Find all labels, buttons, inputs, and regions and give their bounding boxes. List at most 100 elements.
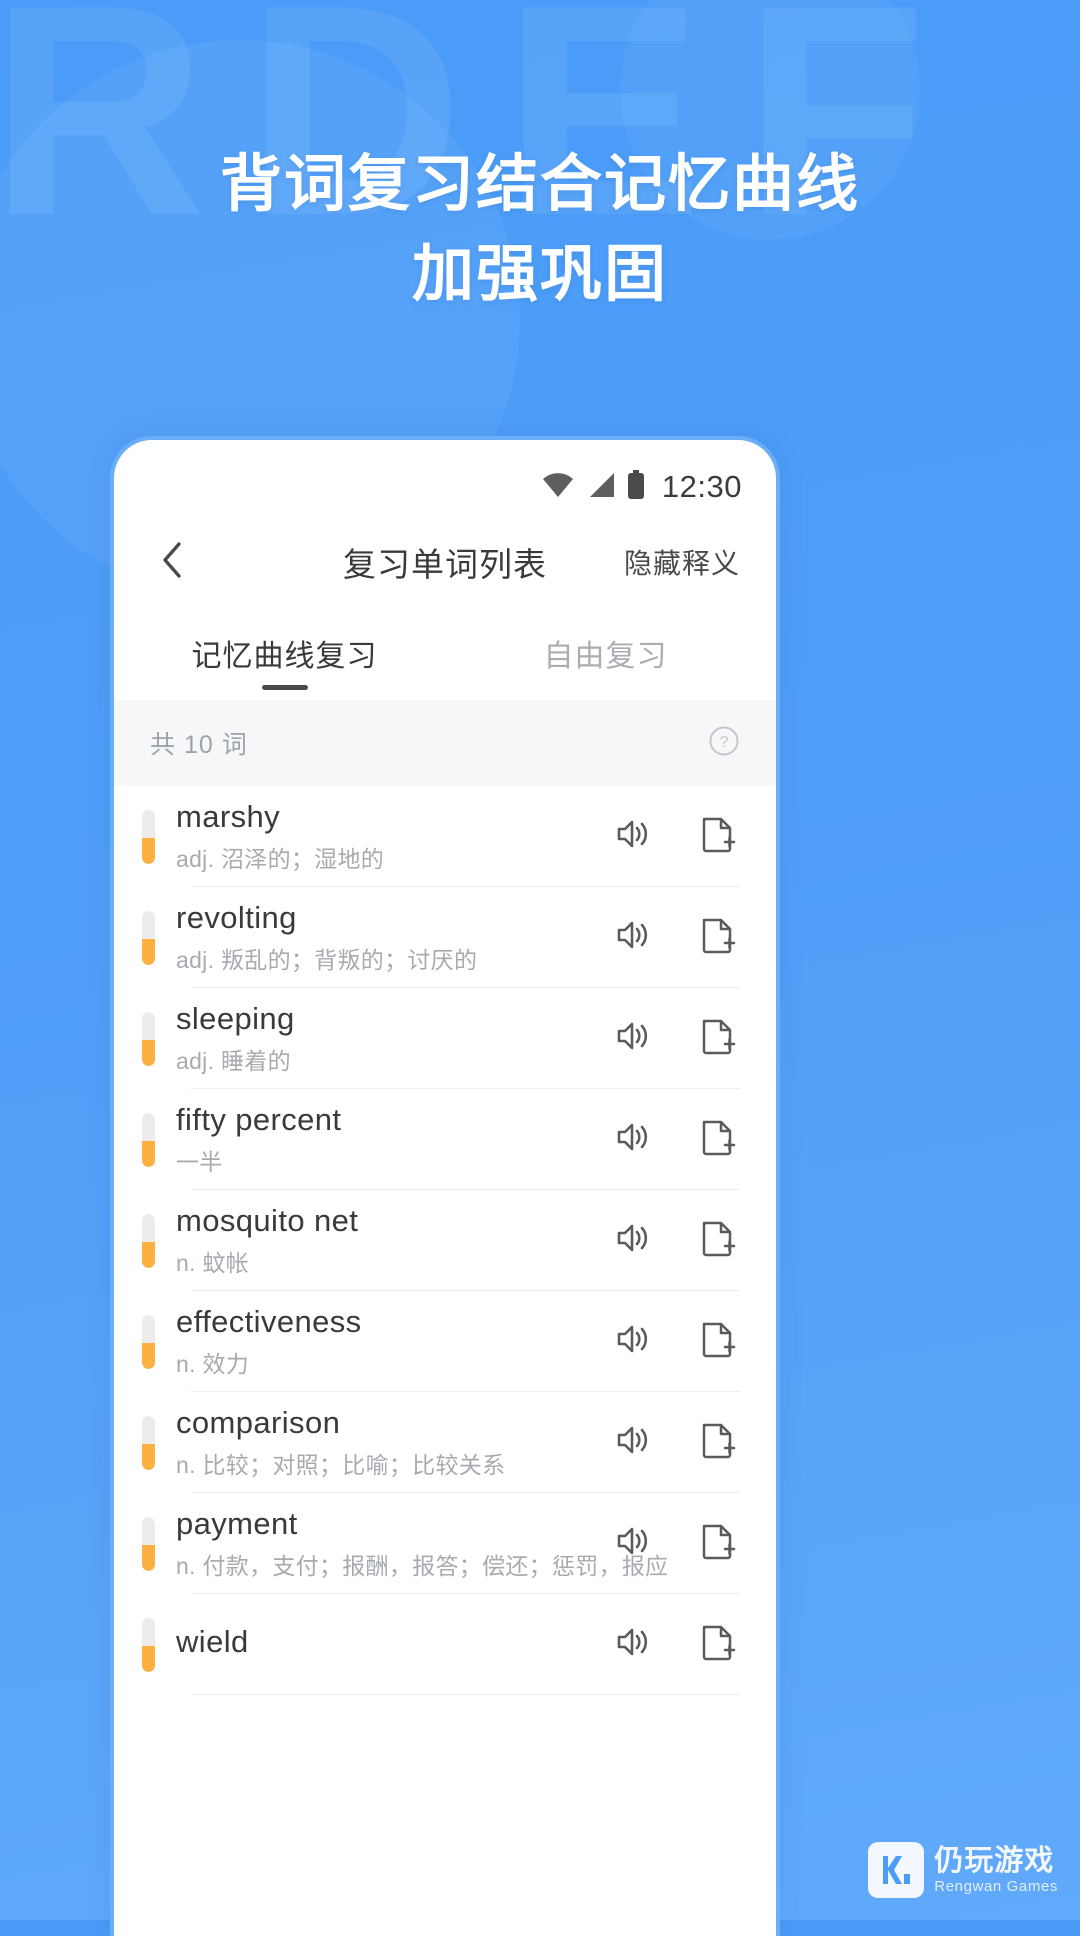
document-plus-icon [698,1117,736,1162]
play-pronunciation-button[interactable] [608,1319,654,1365]
toggle-definition-button[interactable]: 隐藏释义 [624,542,740,582]
watermark-name-en: Rengwan Games [934,1878,1058,1896]
word-row-actions [608,915,740,961]
rengwan-logo-icon [868,1842,925,1898]
help-button[interactable]: ? [708,725,740,762]
mastery-progress-fill [142,1443,155,1470]
mastery-progress-indicator [142,809,155,864]
add-to-notebook-button[interactable] [694,915,740,961]
word-definition: 一半 [176,1149,223,1175]
site-watermark: 仍玩游戏 Rengwan Games [868,1842,1058,1898]
chevron-left-icon [161,541,183,584]
word-row[interactable]: comparison n. 比较；对照；比喻；比较关系 [114,1392,776,1493]
headline-line-2: 加强巩固 [411,239,668,309]
play-pronunciation-button[interactable] [608,1218,654,1264]
word-row[interactable]: mosquito net n. 蚊帐 [114,1190,776,1291]
phone-screen: 12:30 复习单词列表 隐藏释义 记忆曲线复习 自由复习 共 10 词 ? m… [114,440,776,1936]
play-pronunciation-button[interactable] [608,1117,654,1163]
word-row[interactable]: revolting adj. 叛乱的；背叛的；讨厌的 [114,887,776,988]
word-row-actions [608,1016,740,1062]
add-to-notebook-button[interactable] [694,1218,740,1264]
mastery-progress-indicator [142,1314,155,1369]
speaker-icon [611,1319,651,1364]
document-plus-icon [698,915,736,960]
word-row-actions [608,1218,740,1264]
word-row-actions [608,1521,740,1567]
document-plus-icon [698,1521,736,1566]
watermark-text: 仍玩游戏 Rengwan Games [934,1845,1058,1896]
word-term: sleeping [176,1001,295,1036]
document-plus-icon [698,1622,736,1667]
add-to-notebook-button[interactable] [694,1521,740,1567]
word-text-block: wield [176,1624,592,1665]
mastery-progress-fill [142,1039,155,1066]
play-pronunciation-button[interactable] [608,1521,654,1567]
add-to-notebook-button[interactable] [694,1319,740,1365]
word-definition: adj. 沼泽的；湿地的 [176,846,385,872]
word-row-actions [608,1319,740,1365]
word-text-block: fifty percent 一半 [176,1102,592,1177]
word-term: revolting [176,900,297,935]
word-row[interactable]: sleeping adj. 睡着的 [114,988,776,1089]
speaker-icon [611,1420,651,1465]
play-pronunciation-button[interactable] [608,814,654,860]
speaker-icon [611,1016,651,1061]
mastery-progress-fill [142,938,155,965]
word-definition: n. 效力 [176,1351,250,1377]
word-count-text: 共 10 词 [150,731,248,759]
word-definition: n. 蚊帐 [176,1250,250,1276]
watermark-name-cn: 仍玩游戏 [934,1844,1055,1877]
mastery-progress-fill [142,837,155,864]
word-text-block: payment n. 付款，支付；报酬，报答；偿还；惩罚，报应 [176,1506,668,1581]
word-row[interactable]: effectiveness n. 效力 [114,1291,776,1392]
word-text-block: sleeping adj. 睡着的 [176,1001,592,1076]
word-term: wield [176,1624,249,1659]
word-row-actions [608,1622,740,1668]
add-to-notebook-button[interactable] [694,1117,740,1163]
word-row[interactable]: fifty percent 一半 [114,1089,776,1190]
mastery-progress-indicator [142,1516,155,1571]
tab-active-indicator [261,685,308,690]
word-text-block: comparison n. 比较；对照；比喻；比较关系 [176,1405,592,1480]
word-row[interactable]: marshy adj. 沼泽的；湿地的 [114,786,776,887]
add-to-notebook-button[interactable] [694,1016,740,1062]
document-plus-icon [698,1319,736,1364]
play-pronunciation-button[interactable] [608,915,654,961]
word-row[interactable]: wield [114,1594,776,1695]
back-button[interactable] [150,540,194,584]
word-term: mosquito net [176,1203,359,1238]
word-text-block: mosquito net n. 蚊帐 [176,1203,592,1278]
speaker-icon [611,915,651,960]
mastery-progress-indicator [142,1213,155,1268]
word-row-actions [608,1117,740,1163]
document-plus-icon [698,1016,736,1061]
add-to-notebook-button[interactable] [694,1622,740,1668]
mastery-progress-fill [142,1544,155,1571]
speaker-icon [611,1218,651,1263]
mastery-progress-indicator [142,910,155,965]
word-term: marshy [176,799,281,834]
mastery-progress-fill [142,1140,155,1167]
document-plus-icon [698,1420,736,1465]
word-row-actions [608,1420,740,1466]
tab-memory-curve-review[interactable]: 记忆曲线复习 [124,606,445,700]
play-pronunciation-button[interactable] [608,1420,654,1466]
add-to-notebook-button[interactable] [694,814,740,860]
tab-free-review[interactable]: 自由复习 [445,606,766,700]
tab-label: 记忆曲线复习 [191,640,378,673]
add-to-notebook-button[interactable] [694,1420,740,1466]
word-list: marshy adj. 沼泽的；湿地的 revolting adj. 叛乱的；背叛的；… [114,786,776,1695]
word-term: comparison [176,1405,341,1440]
mastery-progress-indicator [142,1415,155,1470]
tab-bar: 记忆曲线复习 自由复习 [114,606,776,700]
word-text-block: effectiveness n. 效力 [176,1304,592,1379]
phone-mockup-frame: 12:30 复习单词列表 隐藏释义 记忆曲线复习 自由复习 共 10 词 ? m… [110,436,780,1936]
play-pronunciation-button[interactable] [608,1016,654,1062]
promo-headline: 背词复习结合记忆曲线 加强巩固 [0,140,1080,320]
word-definition: adj. 睡着的 [176,1048,291,1074]
row-divider [191,1694,740,1695]
play-pronunciation-button[interactable] [608,1622,654,1668]
word-row[interactable]: payment n. 付款，支付；报酬，报答；偿还；惩罚，报应 [114,1493,776,1594]
speaker-icon [611,814,651,859]
document-plus-icon [698,814,736,859]
